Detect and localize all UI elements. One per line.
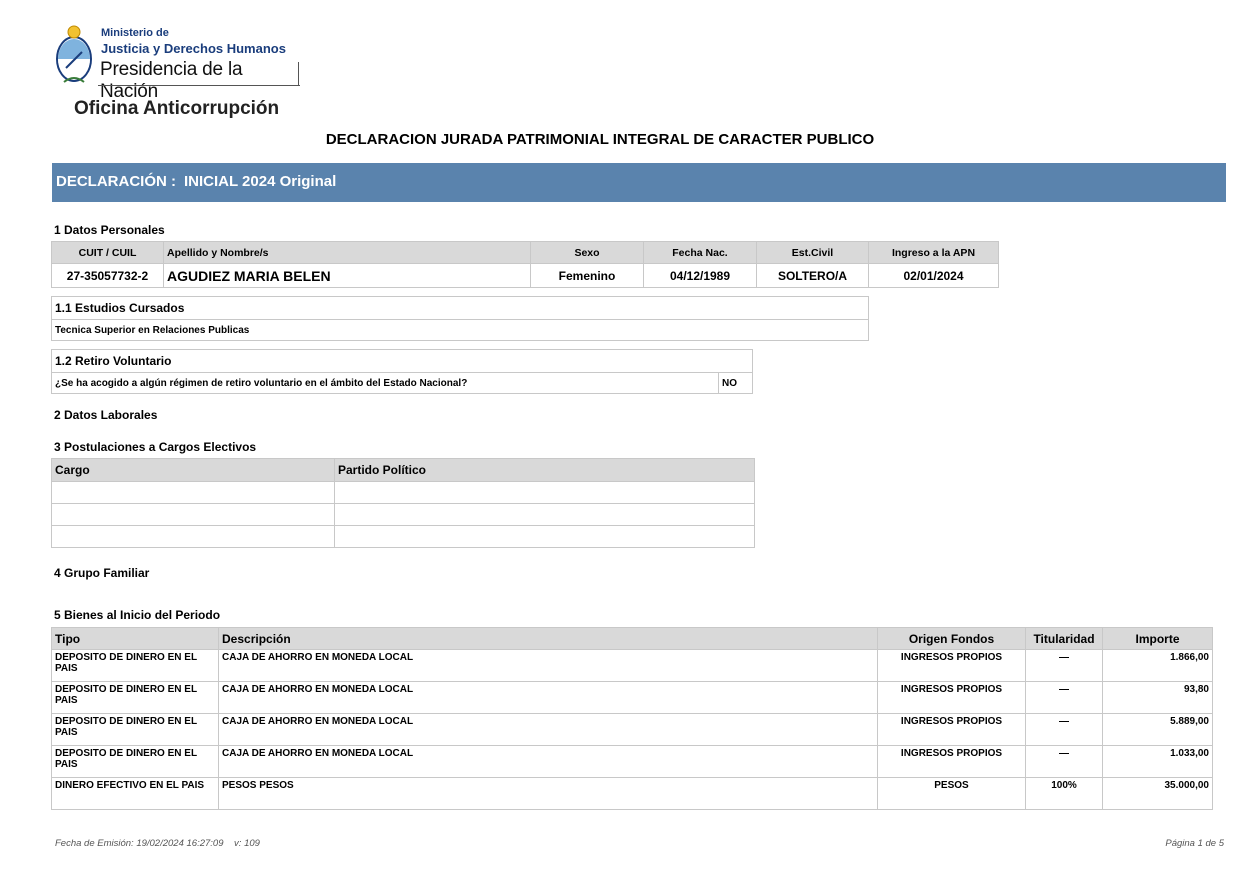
column-header: CUIT / CUIL [51, 241, 164, 264]
asset-ownership: — [1025, 649, 1103, 682]
asset-amount: 93,80 [1102, 681, 1213, 714]
retirement-question: ¿Se ha acogido a algún régimen de retiro… [51, 372, 719, 394]
section-title-family: 4 Grupo Familiar [54, 566, 150, 580]
birthdate-value: 04/12/1989 [643, 263, 757, 288]
column-header: Sexo [530, 241, 644, 264]
column-header: Importe [1102, 627, 1213, 650]
retirement-answer: NO [718, 372, 753, 394]
column-header: Origen Fondos [877, 627, 1026, 650]
studies-table: 1.1 Estudios Cursados Tecnica Superior e… [51, 296, 869, 341]
table-row: DEPOSITO DE DINERO EN EL PAIS CAJA DE AH… [51, 745, 1213, 778]
name-value: AGUDIEZ MARIA BELEN [163, 263, 531, 288]
column-header: Titularidad [1025, 627, 1103, 650]
asset-description: CAJA DE AHORRO EN MONEDA LOCAL [218, 745, 878, 778]
asset-description: CAJA DE AHORRO EN MONEDA LOCAL [218, 649, 878, 682]
asset-description: CAJA DE AHORRO EN MONEDA LOCAL [218, 713, 878, 746]
logo-divider [98, 85, 300, 86]
ministry-line1: Ministerio de [101, 27, 169, 39]
personal-data-table: CUIT / CUIL Apellido y Nombre/s Sexo Fec… [51, 241, 999, 288]
column-header: Fecha Nac. [643, 241, 757, 264]
column-header: Tipo [51, 627, 219, 650]
column-header: Ingreso a la APN [868, 241, 999, 264]
voluntary-retirement-table: 1.2 Retiro Voluntario ¿Se ha acogido a a… [51, 349, 753, 394]
column-header: Est.Civil [756, 241, 869, 264]
ministry-line2: Justicia y Derechos Humanos [101, 41, 286, 56]
apn-entry-value: 02/01/2024 [868, 263, 999, 288]
civil-status-value: SOLTERO/A [756, 263, 869, 288]
escudo-nacional-icon [56, 25, 92, 83]
document-title: DECLARACION JURADA PATRIMONIAL INTEGRAL … [325, 131, 875, 148]
asset-type: DEPOSITO DE DINERO EN EL PAIS [51, 745, 219, 778]
cuit-value: 27-35057732-2 [51, 263, 164, 288]
asset-funds-origin: INGRESOS PROPIOS [877, 681, 1026, 714]
asset-funds-origin: INGRESOS PROPIOS [877, 713, 1026, 746]
declaration-label: DECLARACIÓN : [56, 173, 176, 190]
ministry-logo: Ministerio de Justicia y Derechos Humano… [54, 22, 304, 102]
asset-ownership: — [1025, 745, 1103, 778]
section-title-candidacies: 3 Postulaciones a Cargos Electivos [54, 440, 257, 454]
table-row [51, 525, 755, 548]
declaration-bar: DECLARACIÓN : INICIAL 2024 Original [52, 163, 1226, 202]
table-row [51, 481, 755, 504]
asset-ownership: 100% [1025, 777, 1103, 810]
asset-amount: 1.033,00 [1102, 745, 1213, 778]
asset-ownership: — [1025, 713, 1103, 746]
section-title-employment: 2 Datos Laborales [54, 408, 158, 422]
candidacies-table: Cargo Partido Político [51, 458, 755, 548]
declaration-value: INICIAL 2024 Original [184, 173, 337, 190]
table-header-row: Cargo Partido Político [51, 458, 755, 482]
emission-date: Fecha de Emisión: 19/02/2024 16:27:09 [55, 838, 224, 849]
section-title-studies: 1.1 Estudios Cursados [51, 296, 869, 320]
table-row: DEPOSITO DE DINERO EN EL PAIS CAJA DE AH… [51, 713, 1213, 746]
column-header: Cargo [51, 458, 335, 482]
asset-funds-origin: INGRESOS PROPIOS [877, 649, 1026, 682]
table-header-row: CUIT / CUIL Apellido y Nombre/s Sexo Fec… [51, 241, 999, 264]
studies-value: Tecnica Superior en Relaciones Publicas [51, 319, 869, 341]
logo-divider-vertical [298, 62, 299, 86]
assets-table: Tipo Descripción Origen Fondos Titularid… [51, 627, 1213, 810]
table-row: DINERO EFECTIVO EN EL PAIS PESOS PESOS P… [51, 777, 1213, 810]
column-header: Descripción [218, 627, 878, 650]
asset-amount: 5.889,00 [1102, 713, 1213, 746]
table-row: DEPOSITO DE DINERO EN EL PAIS CAJA DE AH… [51, 649, 1213, 682]
section-title-assets: 5 Bienes al Inicio del Periodo [54, 608, 221, 622]
section-title-personal: 1 Datos Personales [54, 223, 165, 237]
section-title-retirement: 1.2 Retiro Voluntario [51, 349, 753, 373]
asset-type: DEPOSITO DE DINERO EN EL PAIS [51, 713, 219, 746]
office-name: Oficina Anticorrupción [74, 98, 280, 119]
asset-type: DEPOSITO DE DINERO EN EL PAIS [51, 681, 219, 714]
asset-type: DINERO EFECTIVO EN EL PAIS [51, 777, 219, 810]
asset-amount: 35.000,00 [1102, 777, 1213, 810]
table-header-row: Tipo Descripción Origen Fondos Titularid… [51, 627, 1213, 650]
footer-emission: Fecha de Emisión: 19/02/2024 16:27:09 v:… [55, 838, 260, 849]
asset-description: PESOS PESOS [218, 777, 878, 810]
sex-value: Femenino [530, 263, 644, 288]
asset-ownership: — [1025, 681, 1103, 714]
table-row [51, 503, 755, 526]
table-row: 27-35057732-2 AGUDIEZ MARIA BELEN Femeni… [51, 263, 999, 288]
table-row: DEPOSITO DE DINERO EN EL PAIS CAJA DE AH… [51, 681, 1213, 714]
asset-funds-origin: INGRESOS PROPIOS [877, 745, 1026, 778]
page-number: Página 1 de 5 [1165, 838, 1224, 849]
asset-type: DEPOSITO DE DINERO EN EL PAIS [51, 649, 219, 682]
asset-description: CAJA DE AHORRO EN MONEDA LOCAL [218, 681, 878, 714]
asset-funds-origin: PESOS [877, 777, 1026, 810]
version: v: 109 [234, 838, 260, 849]
column-header: Partido Político [334, 458, 755, 482]
asset-amount: 1.866,00 [1102, 649, 1213, 682]
column-header: Apellido y Nombre/s [163, 241, 531, 264]
ministry-line3: Presidencia de la Nación [100, 59, 243, 102]
